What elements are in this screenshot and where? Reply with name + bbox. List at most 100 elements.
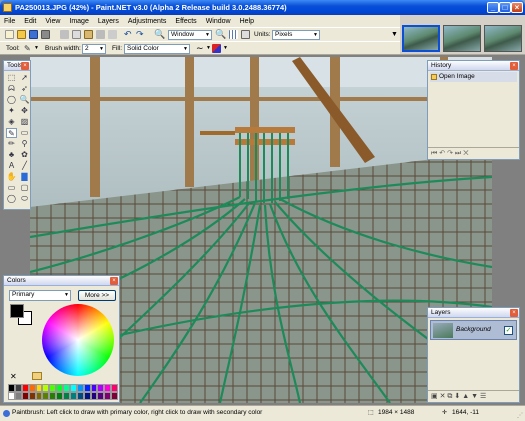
rectangle-select-icon[interactable]: ⬚ <box>6 73 17 83</box>
palette-swatch[interactable] <box>69 392 77 400</box>
palette-swatch[interactable] <box>111 384 118 392</box>
clone-stamp-icon[interactable]: ♣ <box>6 150 17 160</box>
palette-swatch[interactable] <box>49 384 57 392</box>
magic-wand-icon[interactable]: ✦ <box>6 106 17 116</box>
primary-color-swatch[interactable] <box>10 304 24 318</box>
palette-swatch[interactable] <box>111 392 118 400</box>
palette-swatch[interactable] <box>83 392 91 400</box>
image-thumbnail[interactable] <box>484 25 522 52</box>
add-layer-icon[interactable]: ▣ <box>431 393 438 400</box>
palette-swatch[interactable] <box>104 392 112 400</box>
redo-icon[interactable]: ↷ <box>136 30 145 39</box>
palette-swatch[interactable] <box>56 384 63 392</box>
paint-bucket-icon[interactable]: ◈ <box>6 117 17 127</box>
fill-dropdown[interactable]: Solid Color ▼ <box>124 44 190 54</box>
color-picker-icon[interactable]: ⚲ <box>19 139 30 149</box>
grid-icon[interactable] <box>229 30 238 39</box>
gradient-icon[interactable]: ▨ <box>19 117 30 127</box>
save-icon[interactable] <box>29 30 38 39</box>
new-icon[interactable] <box>5 30 14 39</box>
chevron-down-icon[interactable]: ▼ <box>34 45 39 51</box>
redo-history-icon[interactable]: ↷ <box>447 150 453 157</box>
text-tool-icon[interactable]: A <box>6 161 17 171</box>
more-button[interactable]: More >> <box>78 290 116 301</box>
palette-swatch[interactable] <box>56 392 63 400</box>
swap-colors-icon[interactable]: ✕ <box>10 372 17 381</box>
layer-visibility-checkbox[interactable]: ✓ <box>504 326 513 335</box>
palette-swatch[interactable] <box>35 384 43 392</box>
zoom-tool-icon[interactable]: 🔍 <box>19 95 30 105</box>
rounded-rectangle-icon[interactable]: ▢ <box>19 183 30 193</box>
palette-swatch[interactable] <box>21 384 29 392</box>
menu-help[interactable]: Help <box>240 18 254 25</box>
delete-history-icon[interactable]: ✕ <box>463 150 468 157</box>
image-thumbnail[interactable] <box>402 25 440 52</box>
move-selected-icon[interactable]: ➶ <box>19 84 30 94</box>
color-mode-dropdown[interactable]: Primary ▼ <box>9 290 71 301</box>
chevron-down-icon[interactable]: ▼ <box>223 45 228 51</box>
menu-layers[interactable]: Layers <box>98 18 119 25</box>
blend-mode-icon[interactable] <box>212 44 221 53</box>
palette-swatch[interactable] <box>90 384 98 392</box>
palette-swatch[interactable] <box>42 392 50 400</box>
menu-view[interactable]: View <box>45 18 60 25</box>
menu-image[interactable]: Image <box>69 18 88 25</box>
palette-swatch[interactable] <box>21 392 29 400</box>
crop-icon[interactable] <box>96 30 105 39</box>
lasso-select-icon[interactable]: ᗣ <box>6 84 17 94</box>
brush-width-input[interactable]: 2 ▼ <box>82 44 106 54</box>
minimize-button[interactable]: _ <box>487 2 499 13</box>
palette-swatch[interactable] <box>49 392 57 400</box>
palette-swatch[interactable] <box>8 384 15 392</box>
paste-icon[interactable] <box>84 30 93 39</box>
delete-layer-icon[interactable]: ✕ <box>440 393 446 400</box>
palette-swatch[interactable] <box>28 384 36 392</box>
cut-icon[interactable] <box>60 30 69 39</box>
history-item[interactable]: Open Image <box>430 72 517 82</box>
menu-window[interactable]: Window <box>206 18 231 25</box>
palette-swatch[interactable] <box>97 392 105 400</box>
close-icon[interactable]: × <box>510 309 518 317</box>
zoom-icon[interactable]: 🔍 <box>154 30 165 39</box>
ellipse-icon[interactable]: ◯ <box>6 194 17 204</box>
palette-swatch[interactable] <box>97 384 105 392</box>
line-tool-icon[interactable]: ╱ <box>19 161 30 171</box>
duplicate-layer-icon[interactable]: ⧉ <box>447 393 452 400</box>
palette-swatch[interactable] <box>28 392 36 400</box>
zoom-in-icon[interactable]: 🔍 <box>215 30 226 39</box>
freeform-shape-icon[interactable]: ⬭ <box>19 194 30 204</box>
close-button[interactable]: × <box>511 2 523 13</box>
palette-swatch[interactable] <box>69 384 77 392</box>
menu-effects[interactable]: Effects <box>175 18 196 25</box>
move-selection-icon[interactable]: ➚ <box>19 73 30 83</box>
palette-swatch[interactable] <box>42 384 50 392</box>
recolor-icon[interactable]: ✿ <box>19 150 30 160</box>
close-icon[interactable]: × <box>110 277 118 285</box>
merge-layer-icon[interactable]: ⬇ <box>454 393 460 400</box>
move-layer-up-icon[interactable]: ▲ <box>462 393 469 400</box>
fast-forward-icon[interactable]: ⏭ <box>455 150 461 157</box>
palette-swatch[interactable] <box>90 392 98 400</box>
pencil-icon[interactable]: ✏ <box>6 139 17 149</box>
paintbrush-tool-icon[interactable]: ✎ <box>6 128 17 138</box>
close-icon[interactable]: × <box>21 62 29 70</box>
hand-icon[interactable]: ✋ <box>6 172 17 182</box>
ellipse-select-icon[interactable]: ◯ <box>6 95 17 105</box>
menu-adjustments[interactable]: Adjustments <box>128 18 167 25</box>
rectangle-icon[interactable]: ▭ <box>6 183 17 193</box>
antialias-icon[interactable]: ∼ <box>196 44 205 53</box>
rewind-icon[interactable]: ⏮ <box>431 150 437 157</box>
palette-swatch[interactable] <box>83 384 91 392</box>
menu-edit[interactable]: Edit <box>24 18 36 25</box>
resize-grip-icon[interactable]: ⋰ <box>517 412 523 419</box>
palette-swatch[interactable] <box>14 392 22 400</box>
close-icon[interactable]: × <box>510 62 518 70</box>
deselect-icon[interactable] <box>108 30 117 39</box>
image-thumbnail[interactable] <box>443 25 481 52</box>
palette-swatch[interactable] <box>104 384 112 392</box>
undo-history-icon[interactable]: ↶ <box>439 150 445 157</box>
color-square-icon[interactable]: ▇ <box>19 172 30 182</box>
zoom-dropdown[interactable]: Window ▼ <box>168 30 212 40</box>
units-dropdown[interactable]: Pixels ▼ <box>272 30 320 40</box>
palette-swatch[interactable] <box>14 384 22 392</box>
